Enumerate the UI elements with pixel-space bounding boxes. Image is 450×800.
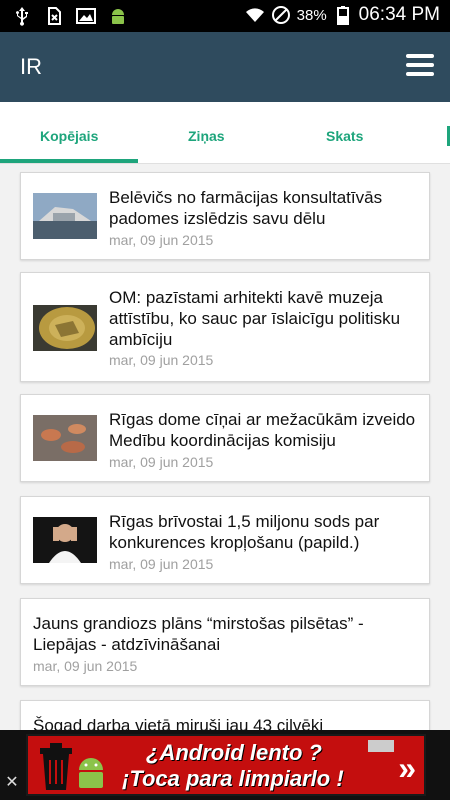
app-bar: IR	[0, 32, 450, 102]
article-headline: Rīgas dome cīņai ar mežacūkām izveido Me…	[109, 410, 416, 450]
ad-creative[interactable]: ¿Android lento ? ¡Toca para limpiarlo ! …	[26, 734, 426, 796]
hamburger-icon[interactable]	[406, 54, 434, 78]
ad-subheadline: ¡Toca para limpiarlo !	[122, 766, 344, 791]
battery-percentage: 38%	[296, 6, 327, 24]
article-card[interactable]: Rīgas brīvostai 1,5 miljonu sods par kon…	[20, 496, 430, 584]
tab-zinas[interactable]: Ziņas	[188, 128, 225, 144]
article-thumbnail	[33, 305, 97, 351]
article-headline: Jauns grandiozs plāns “mirstošas pilsēta…	[33, 614, 364, 654]
article-card[interactable]: Jauns grandiozs plāns “mirstošas pilsēta…	[20, 598, 430, 686]
tab-kopejais[interactable]: Kopējais	[40, 128, 98, 144]
article-headline: Belēvičs no farmācijas konsultatīvās pad…	[109, 188, 383, 228]
tab-bar: Kopējais Ziņas Skats	[0, 102, 450, 164]
article-date: mar, 09 jun 2015	[109, 454, 214, 470]
article-date: mar, 09 jun 2015	[109, 556, 214, 572]
clock: 06:34 PM	[358, 4, 440, 25]
article-card[interactable]: Šogad darba vietā miruši jau 43 cilvēki	[20, 700, 430, 730]
android-robot-icon	[79, 758, 103, 788]
ad-close-icon[interactable]: ✕	[2, 772, 22, 792]
usb-icon	[16, 7, 28, 26]
wifi-icon	[245, 8, 264, 22]
article-thumbnail	[33, 415, 97, 461]
status-bar: 38% 06:34 PM	[0, 0, 450, 32]
selected-tab-indicator	[0, 159, 138, 163]
article-date: mar, 09 jun 2015	[109, 352, 214, 368]
article-headline: OM: pazīstami arhitekti kavē muzeja attī…	[109, 288, 401, 349]
article-headline: Šogad darba vietā miruši jau 43 cilvēki	[33, 716, 324, 730]
article-card[interactable]: OM: pazīstami arhitekti kavē muzeja attī…	[20, 272, 430, 382]
ad-banner[interactable]: ¿Android lento ? ¡Toca para limpiarlo ! …	[0, 730, 450, 800]
android-icon	[112, 9, 124, 24]
article-thumbnail	[33, 517, 97, 563]
article-card[interactable]: Belēvičs no farmācijas konsultatīvās pad…	[20, 172, 430, 260]
ad-info-badge[interactable]	[368, 740, 394, 752]
tab-skats[interactable]: Skats	[326, 128, 363, 144]
article-date: mar, 09 jun 2015	[109, 232, 214, 248]
battery-icon	[336, 6, 349, 25]
app-title: IR	[20, 54, 42, 79]
do-not-disturb-icon	[271, 6, 290, 24]
article-headline: Rīgas brīvostai 1,5 miljonu sods par kon…	[109, 512, 380, 552]
article-thumbnail	[33, 193, 97, 239]
article-date: mar, 09 jun 2015	[33, 658, 138, 674]
article-card[interactable]: Rīgas dome cīņai ar mežacūkām izveido Me…	[20, 394, 430, 482]
ad-headline: ¿Android lento ?	[146, 740, 322, 765]
gallery-icon	[76, 8, 96, 24]
ad-arrow-icon[interactable]: »	[398, 750, 416, 787]
article-feed[interactable]: Belēvičs no farmācijas konsultatīvās pad…	[0, 164, 450, 730]
no-sim-icon	[48, 7, 61, 25]
